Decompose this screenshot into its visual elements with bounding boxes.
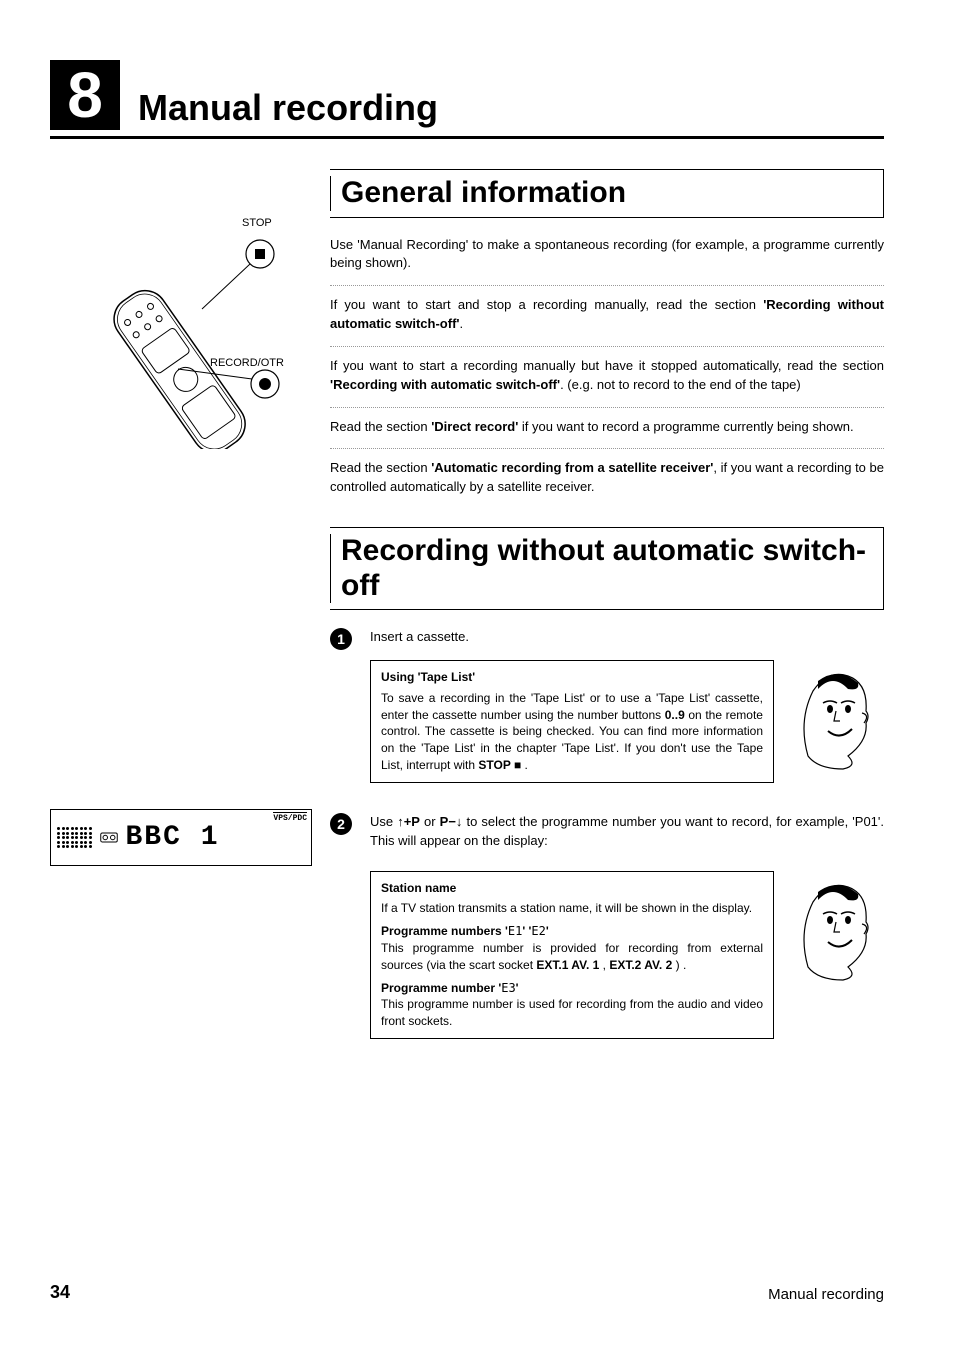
menu-dots-icon xyxy=(57,827,92,848)
cassette-icon xyxy=(100,832,118,843)
paragraph: Use 'Manual Recording' to make a spontan… xyxy=(330,236,884,274)
chapter-title: Manual recording xyxy=(138,90,438,130)
step-row-2: 2 Use ↑+P or P−↓ to select the programme… xyxy=(330,813,884,851)
face-illustration-icon xyxy=(788,872,878,982)
chapter-header: 8 Manual recording xyxy=(50,60,884,139)
vcr-display-panel: VPS/PDC BBC 1 xyxy=(50,809,312,866)
chapter-number-badge: 8 xyxy=(50,60,120,130)
section-heading-recording: Recording without automatic switch-off xyxy=(330,527,884,610)
step-text: Use ↑+P or P−↓ to select the programme n… xyxy=(370,813,884,851)
step-row-1: 1 Insert a cassette. xyxy=(330,628,884,650)
vpspdc-indicator: VPS/PDC xyxy=(273,812,307,823)
step-text: Insert a cassette. xyxy=(370,628,884,647)
paragraph: Read the section 'Direct record' if you … xyxy=(330,418,884,437)
page-number: 34 xyxy=(50,1282,70,1303)
step-number-badge: 1 xyxy=(330,628,352,650)
paragraph: If you want to start a recording manuall… xyxy=(330,357,884,395)
face-illustration-icon xyxy=(788,661,878,771)
footer-label: Manual recording xyxy=(768,1286,884,1303)
section-heading-general: General information xyxy=(330,169,884,218)
page-footer: 34 Manual recording xyxy=(50,1282,884,1303)
paragraph: If you want to start and stop a recordin… xyxy=(330,296,884,334)
display-digits: BBC 1 xyxy=(126,822,220,853)
remote-stop-label: STOP xyxy=(242,217,272,229)
step-number-badge: 2 xyxy=(330,813,352,835)
remote-control-diagram: STOP RECORD/OTR xyxy=(50,199,310,449)
note-box-stationname: Station name If a TV station transmits a… xyxy=(370,871,774,1039)
paragraph: Read the section 'Automatic recording fr… xyxy=(330,459,884,497)
remote-record-label: RECORD/OTR xyxy=(210,357,284,369)
note-box-tapelist: Using 'Tape List' To save a recording in… xyxy=(370,660,774,783)
